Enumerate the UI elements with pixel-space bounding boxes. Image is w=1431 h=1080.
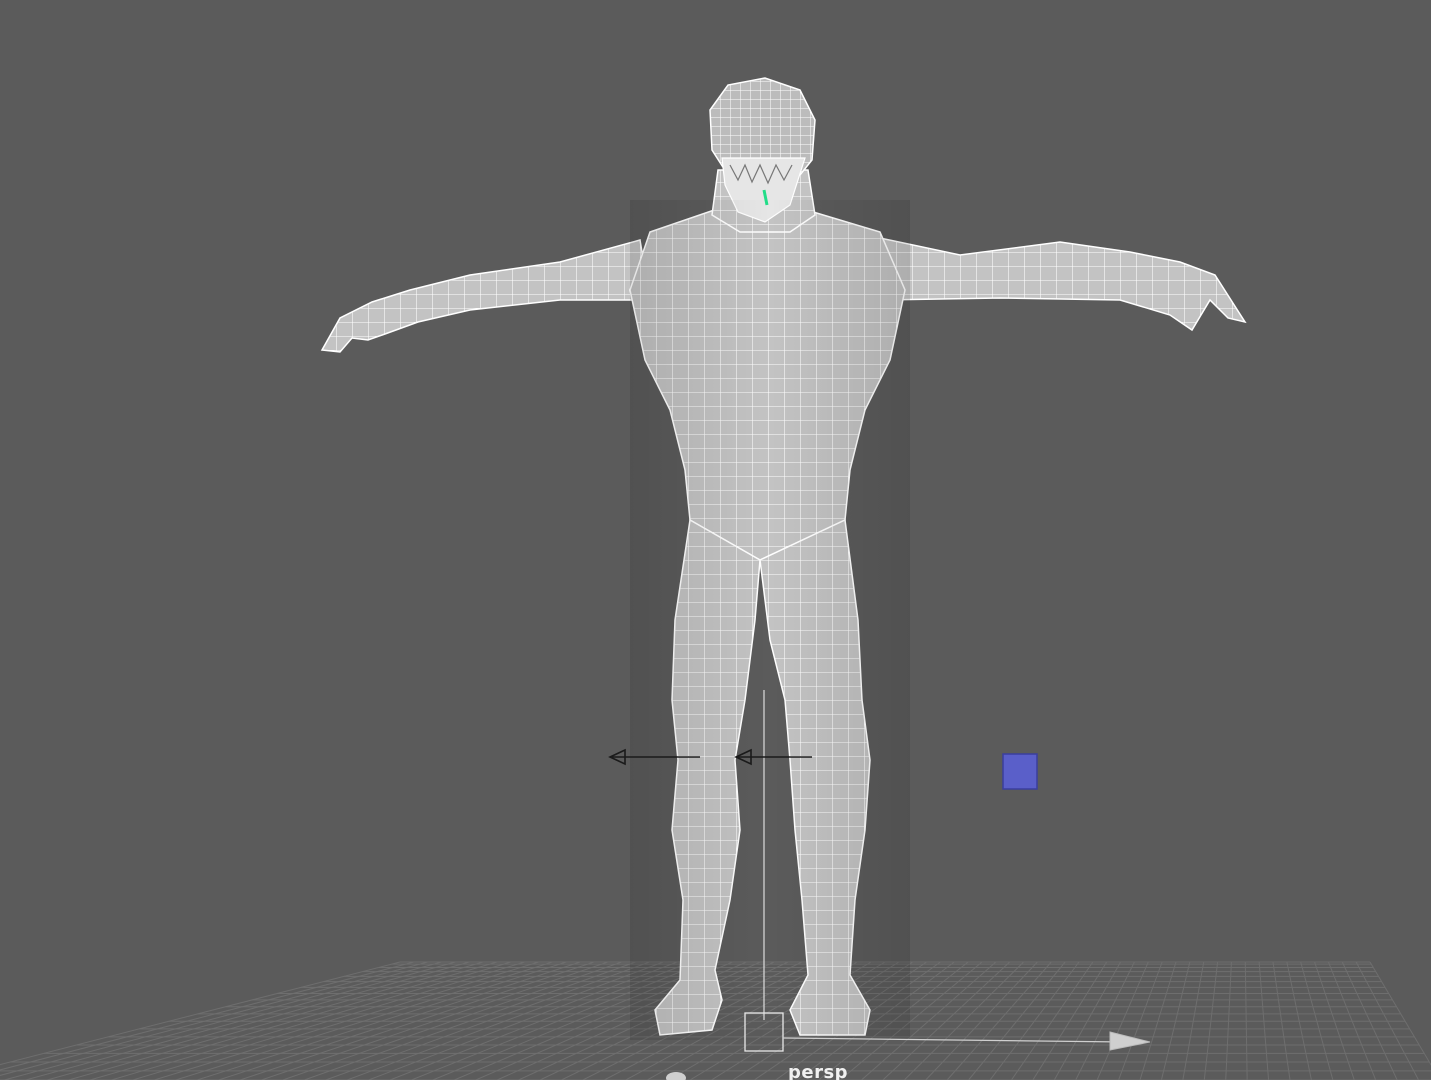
x-axis-arrow-icon[interactable]: [1109, 1031, 1151, 1051]
camera-name-label: persp: [788, 1062, 849, 1080]
character-mesh[interactable]: [320, 77, 1247, 1040]
origin-sphere: [666, 1072, 686, 1080]
left-arm[interactable]: [320, 239, 651, 353]
perspective-viewport[interactable]: persp: [0, 0, 1431, 1080]
locator-handle[interactable]: [1002, 753, 1038, 790]
right-arm[interactable]: [879, 237, 1247, 332]
